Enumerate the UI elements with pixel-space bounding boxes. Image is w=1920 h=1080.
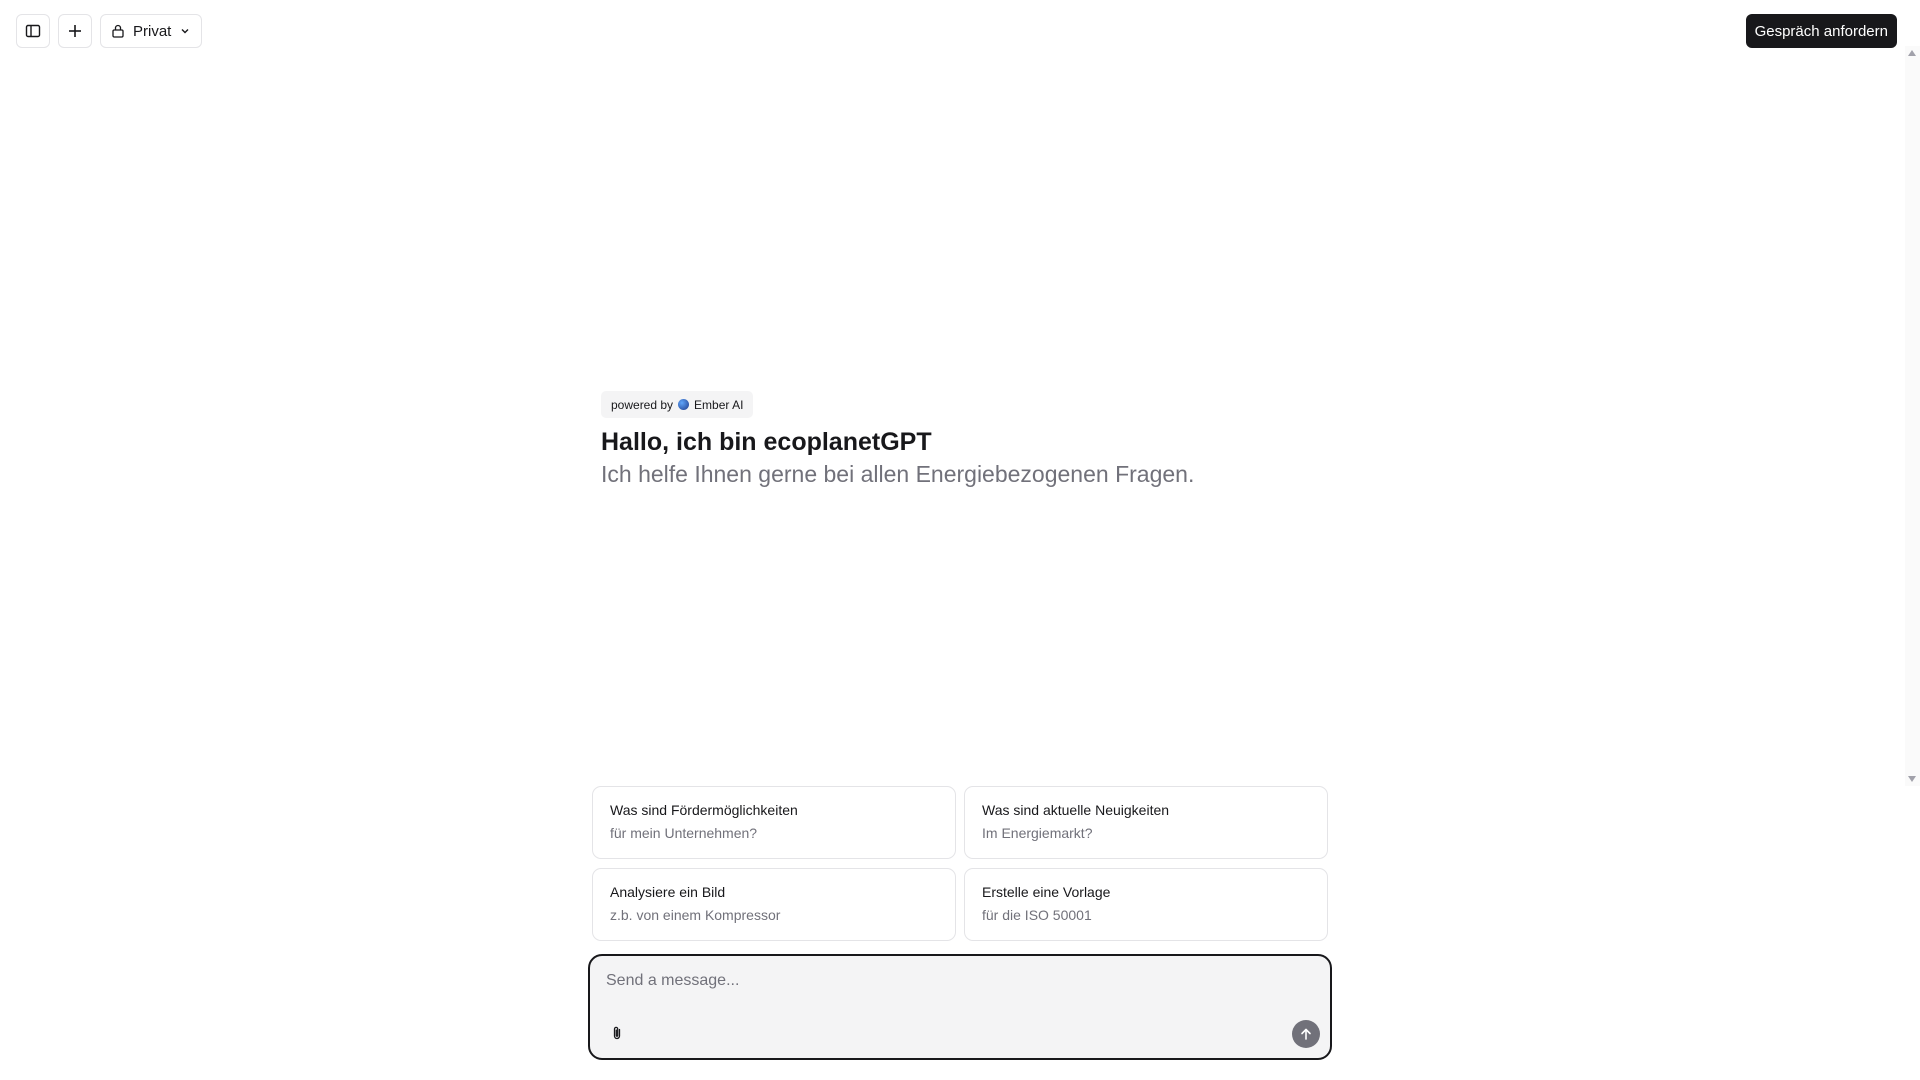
brand-name: Ember AI <box>694 397 744 412</box>
suggestion-title: Was sind Fördermöglichkeiten <box>610 802 798 818</box>
send-button[interactable] <box>1292 1020 1320 1048</box>
message-input[interactable] <box>606 968 1306 994</box>
greeting: powered by Ember AI Hallo, ich bin ecopl… <box>601 391 1194 488</box>
greeting-subtitle: Ich helfe Ihnen gerne bei allen Energieb… <box>601 461 1195 487</box>
suggestion-subtitle: für die ISO 50001 <box>982 907 1092 923</box>
chevron-down-icon <box>181 29 189 34</box>
scroll-down-arrow-icon[interactable] <box>1908 776 1916 782</box>
message-composer <box>588 954 1332 1060</box>
suggestion-title: Was sind aktuelle Neuigkeiten <box>982 802 1170 818</box>
request-call-button[interactable]: Gespräch anfordern <box>1745 14 1897 48</box>
plus-icon <box>69 25 81 37</box>
suggestion-title: Erstelle eine Vorlage <box>982 884 1111 900</box>
suggestion-subtitle: z.b. von einem Kompressor <box>610 907 781 923</box>
greeting-title: Hallo, ich bin ecoplanetGPT <box>601 428 932 456</box>
chat-page: Privat Gespräch anfordern powered by Emb… <box>0 0 1920 1080</box>
attach-button[interactable] <box>606 1022 628 1044</box>
suggestion-title: Analysiere ein Bild <box>610 884 726 900</box>
suggestion-card[interactable]: Was sind aktuelle Neuigkeiten Im Energie… <box>964 786 1328 859</box>
sidebar-toggle-button[interactable] <box>16 14 50 48</box>
powered-by-label: powered by <box>611 397 674 412</box>
new-chat-button[interactable] <box>58 14 92 48</box>
arrow-up-icon <box>1301 1028 1311 1040</box>
scrollbar[interactable] <box>1905 46 1920 786</box>
suggestion-grid: Was sind Fördermöglichkeiten für mein Un… <box>592 786 1328 941</box>
suggestion-subtitle: für mein Unternehmen? <box>610 825 758 841</box>
suggestion-subtitle: Im Energiemarkt? <box>982 825 1093 841</box>
sidebar-toggle-icon <box>25 24 41 38</box>
paperclip-icon <box>613 1026 621 1040</box>
visibility-label: Privat <box>133 22 172 40</box>
suggestion-card[interactable]: Analysiere ein Bild z.b. von einem Kompr… <box>592 868 956 941</box>
scroll-up-arrow-icon[interactable] <box>1908 50 1916 56</box>
suggestion-card[interactable]: Was sind Fördermöglichkeiten für mein Un… <box>592 786 956 859</box>
visibility-dropdown[interactable]: Privat <box>100 14 203 48</box>
suggestion-card[interactable]: Erstelle eine Vorlage für die ISO 50001 <box>964 868 1328 941</box>
top-toolbar: Privat <box>16 14 203 48</box>
ember-logo-icon <box>678 399 690 410</box>
powered-by-badge: powered by Ember AI <box>601 391 754 418</box>
lock-icon <box>112 24 124 38</box>
